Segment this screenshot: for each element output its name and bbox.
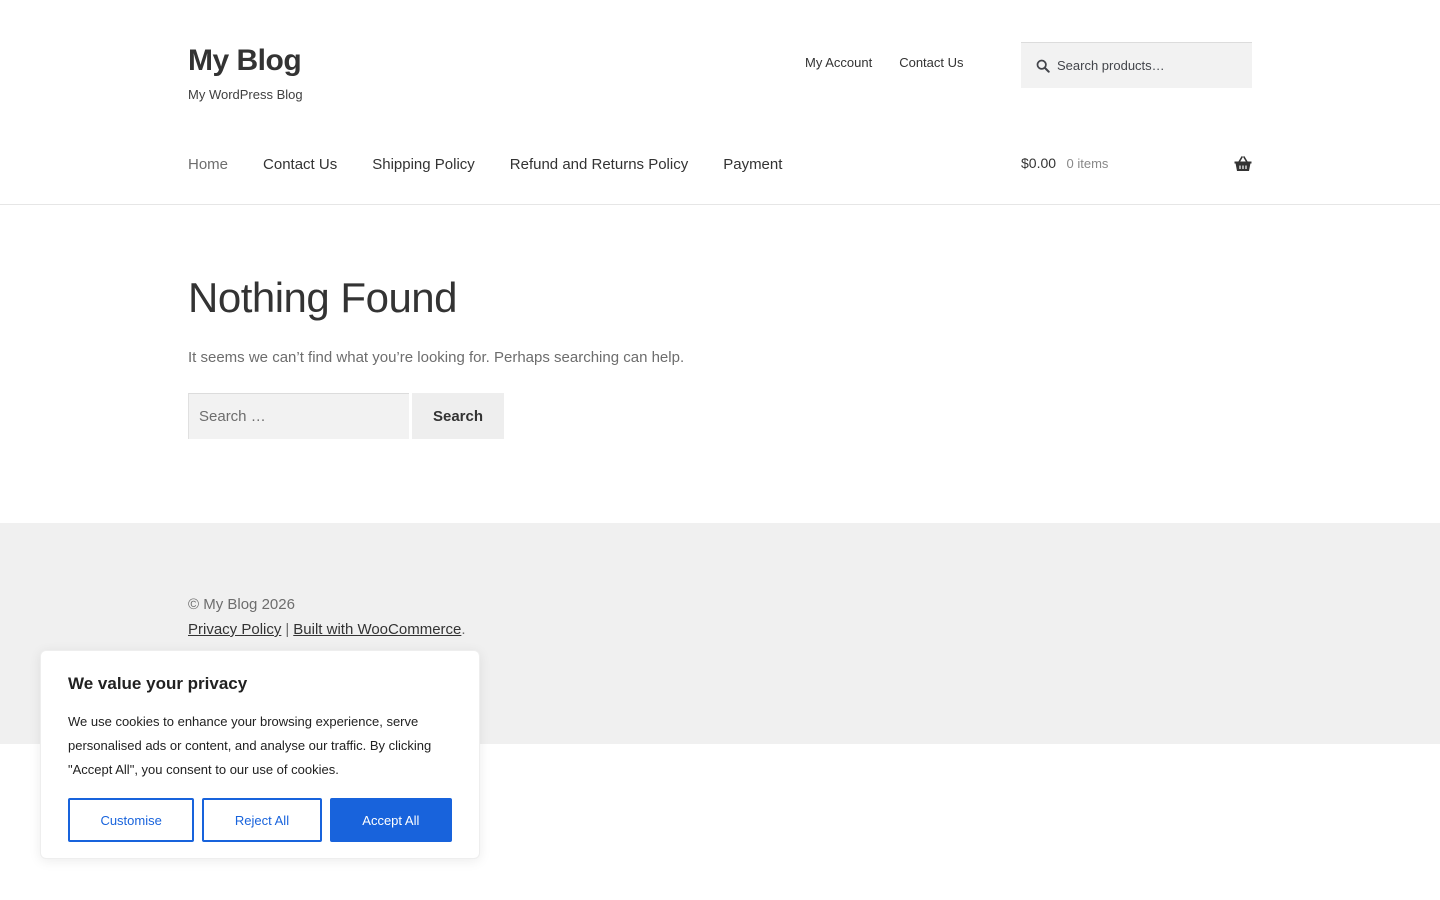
nav-item-payment[interactable]: Payment — [723, 155, 782, 175]
nav-item-shipping-policy[interactable]: Shipping Policy — [372, 155, 475, 175]
product-search — [1021, 42, 1252, 88]
site-description: My WordPress Blog — [188, 87, 303, 102]
site-header: My Blog My WordPress Blog My Account Con… — [0, 0, 1440, 205]
secondary-nav-contact-us[interactable]: Contact Us — [899, 55, 963, 71]
footer-separator: | — [285, 621, 290, 638]
main-content: Nothing Found It seems we can’t find wha… — [188, 270, 1252, 439]
reject-all-button[interactable]: Reject All — [202, 798, 322, 842]
cookie-description: We use cookies to enhance your browsing … — [68, 714, 432, 777]
nav-item-refund-returns-policy[interactable]: Refund and Returns Policy — [510, 155, 688, 175]
privacy-policy-link[interactable]: Privacy Policy — [188, 621, 281, 638]
footer-links: Privacy Policy | Built with WooCommerce. — [188, 620, 466, 640]
secondary-nav-my-account[interactable]: My Account — [805, 55, 872, 71]
search-icon — [1036, 59, 1050, 73]
page-title: Nothing Found — [188, 274, 458, 321]
nav-item-home[interactable]: Home — [188, 155, 228, 175]
product-search-input[interactable] — [1057, 58, 1247, 73]
copyright: © My Blog 2026 — [188, 596, 295, 613]
cart-amount: $0.00 — [1021, 155, 1057, 171]
basket-icon — [1234, 156, 1252, 171]
cookie-buttons: Customise Reject All Accept All — [68, 798, 452, 842]
cookie-consent-banner: We value your privacy We use cookies to … — [40, 650, 480, 859]
site-branding: My Blog My WordPress Blog — [188, 42, 303, 102]
accept-all-button[interactable]: Accept All — [329, 798, 452, 842]
built-with-woocommerce-link[interactable]: Built with WooCommerce — [293, 621, 461, 638]
no-results-message: It seems we can’t find what you’re looki… — [188, 349, 685, 366]
cookie-title: We value your privacy — [68, 674, 248, 693]
site-title[interactable]: My Blog — [188, 42, 303, 80]
cart-count: 0 items — [1066, 156, 1109, 171]
customise-button[interactable]: Customise — [68, 798, 195, 842]
secondary-navigation: My Account Contact Us — [805, 55, 964, 71]
primary-navigation: Home Contact Us Shipping Policy Refund a… — [188, 155, 817, 175]
search-form: Search — [188, 393, 1252, 439]
search-input[interactable] — [188, 393, 409, 439]
search-button[interactable]: Search — [412, 393, 504, 439]
nav-item-contact-us[interactable]: Contact Us — [263, 155, 337, 175]
header-cart[interactable]: $0.00 0 items — [1021, 155, 1252, 175]
site-info: © My Blog 2026 Privacy Policy | Built with… — [188, 595, 466, 640]
footer-period: . — [461, 621, 466, 638]
